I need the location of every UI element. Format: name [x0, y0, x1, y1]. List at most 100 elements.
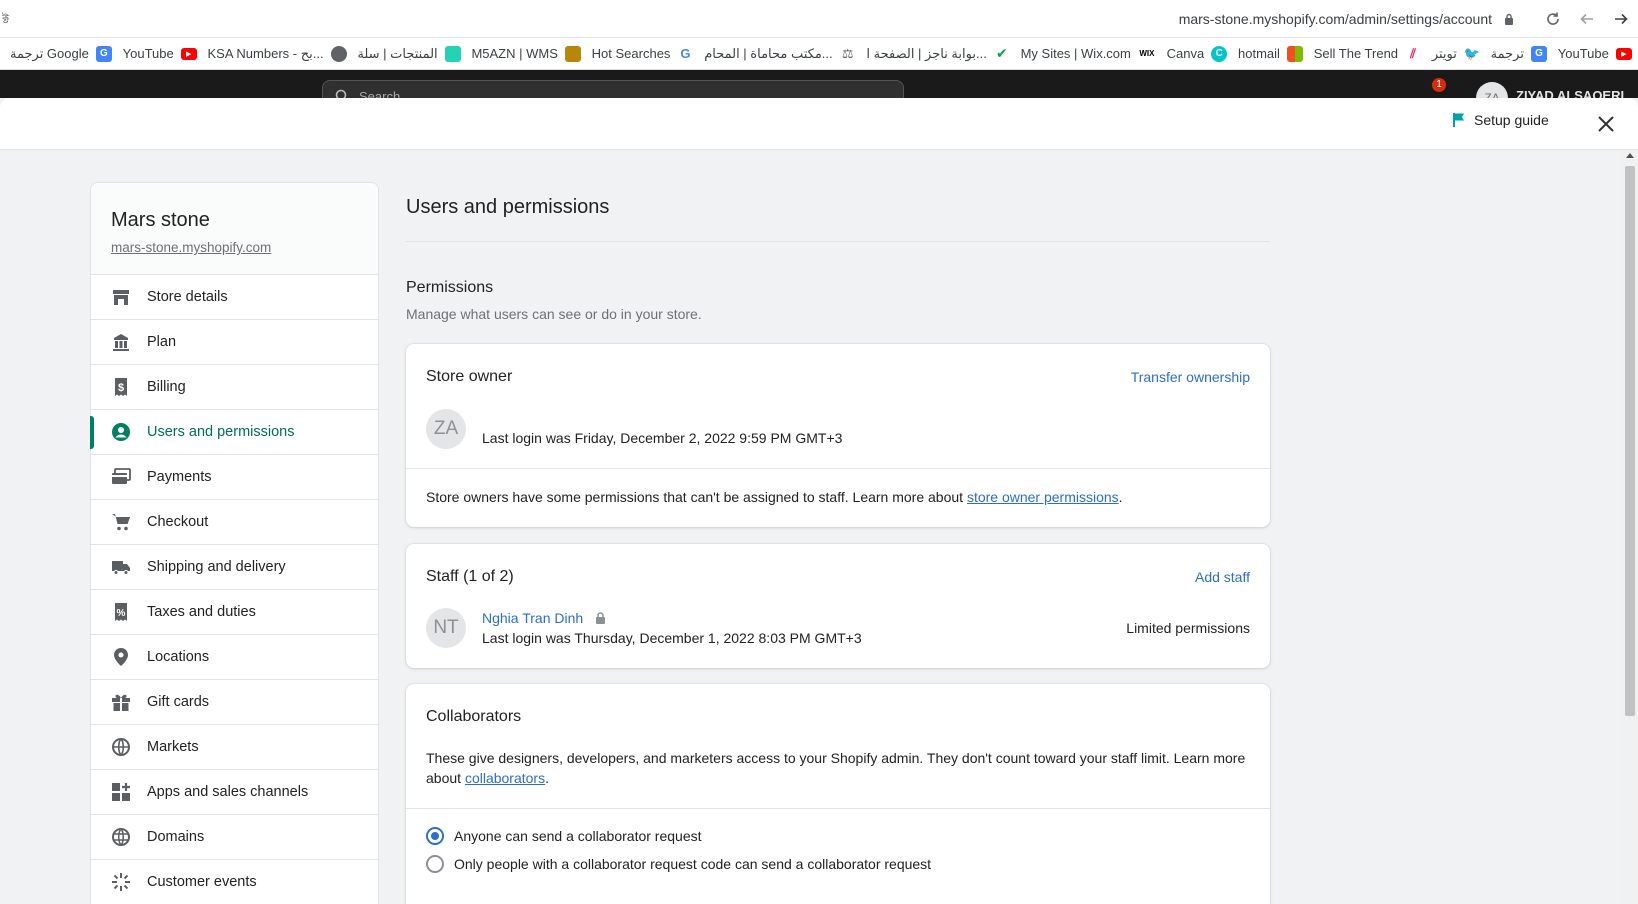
owner-last-login: Last login was Friday, December 2, 2022 … — [482, 430, 843, 446]
google-translate-icon: G — [1530, 45, 1547, 62]
url-text[interactable]: mars-stone.myshopify.com/admin/settings/… — [1179, 11, 1492, 27]
scale-icon: ⚖ — [839, 45, 856, 62]
sidebar-item-apps-and-sales-channels[interactable]: Apps and sales channels — [91, 770, 378, 815]
sidebar-item-markets[interactable]: Markets — [91, 725, 378, 770]
modal-header: Setup guide — [0, 98, 1638, 150]
truck-icon — [111, 557, 131, 577]
search-placeholder: Search — [359, 89, 401, 98]
bookmark[interactable]: بوابة ناجز | الصفحة ا... ✔ — [866, 45, 1010, 62]
user-avatar[interactable]: ZA — [1476, 82, 1508, 98]
svg-text:$: $ — [118, 382, 124, 394]
transfer-ownership-link[interactable]: Transfer ownership — [1131, 369, 1250, 385]
search-icon — [335, 89, 347, 98]
gift-icon — [111, 692, 131, 712]
browser-address-bar: ক্ট mars-stone.myshopify.com/admin/setti… — [0, 0, 1638, 38]
forward-arrow-icon[interactable] — [1604, 2, 1638, 36]
bookmark[interactable]: YouTube ▶ — [123, 46, 197, 61]
radio-unselected[interactable] — [426, 855, 444, 873]
search-input[interactable]: Search — [322, 80, 904, 98]
wix-icon: WIX — [1137, 45, 1156, 62]
youtube-icon: ▶ — [180, 47, 197, 60]
sidebar-item-gift-cards[interactable]: Gift cards — [91, 680, 378, 725]
collaborator-option-code-only[interactable]: Only people with a collaborator request … — [426, 855, 931, 873]
scroll-up-arrow-icon[interactable] — [1626, 153, 1634, 158]
notification-badge[interactable]: 1 — [1432, 78, 1446, 92]
reload-icon[interactable] — [1536, 2, 1570, 36]
twitter-icon: 🐦 — [1463, 45, 1480, 62]
sidebar-item-billing[interactable]: $ Billing — [91, 365, 378, 410]
page-title: Users and permissions — [406, 182, 1270, 242]
microsoft-icon — [1286, 45, 1303, 62]
sidebar-item-store-details[interactable]: Store details — [91, 275, 378, 320]
back-arrow-icon[interactable] — [1570, 2, 1604, 36]
settings-modal: Setup guide Mars stone mars-stone.myshop… — [0, 98, 1638, 904]
globe-icon — [330, 45, 347, 62]
bookmark[interactable]: hotmail — [1238, 45, 1303, 62]
sidebar-item-checkout[interactable]: Checkout — [91, 500, 378, 545]
radio-selected[interactable] — [426, 827, 444, 845]
collaborators-link[interactable]: collaborators — [465, 770, 545, 786]
lock-icon — [1504, 13, 1514, 25]
bookmark[interactable]: Canva C — [1167, 45, 1228, 62]
youtube-icon: ▶ — [1615, 47, 1632, 60]
sidebar-item-customer-events[interactable]: Customer events — [91, 860, 378, 904]
tax-icon: % — [111, 602, 131, 622]
setup-guide-button[interactable]: Setup guide — [1452, 112, 1549, 128]
bookmark[interactable]: مكتب محاماة | المحام... ⚖ — [704, 45, 856, 62]
bookmark[interactable]: تويتر 🐦 — [1432, 45, 1480, 62]
google-icon: G — [677, 45, 694, 62]
owner-avatar: ZA — [426, 409, 466, 449]
collaborators-description: These give designers, developers, and ma… — [426, 750, 1246, 786]
close-icon[interactable] — [1594, 112, 1618, 136]
bookmark[interactable]: Hot Searches G — [592, 45, 694, 62]
store-owner-title: Store owner — [426, 368, 513, 385]
store-domain-link[interactable]: mars-stone.myshopify.com — [111, 240, 271, 255]
lock-icon — [595, 612, 606, 624]
bookmark[interactable]: KSA Numbers - بح... — [208, 45, 347, 62]
sidebar-item-plan[interactable]: Plan — [91, 320, 378, 365]
trend-icon: ⫽ — [1405, 45, 1422, 62]
store-name: Mars stone — [111, 209, 210, 231]
payments-icon — [111, 467, 131, 487]
store-owner-card: Store owner Transfer ownership ZA Last l… — [406, 344, 1270, 527]
bookmark[interactable]: YouTube ▶ — [1558, 46, 1632, 61]
scroll-thumb[interactable] — [1625, 166, 1635, 716]
permissions-subtitle: Manage what users can see or do in your … — [406, 306, 702, 322]
sidebar-item-payments[interactable]: Payments — [91, 455, 378, 500]
card-divider — [406, 468, 1270, 469]
bookmark[interactable]: المنتجات | سلة — [357, 45, 461, 62]
bookmark[interactable]: M5AZN | WMS — [471, 45, 581, 62]
salla-icon — [444, 45, 461, 62]
sidebar-item-domains[interactable]: Domains — [91, 815, 378, 860]
staff-permissions: Limited permissions — [1126, 620, 1250, 636]
apps-icon — [111, 782, 131, 802]
bookmark[interactable]: ترجمة G — [1491, 45, 1547, 62]
warehouse-icon — [564, 45, 581, 62]
scrollbar[interactable] — [1622, 150, 1638, 904]
staff-name-link[interactable]: Nghia Tran Dinh — [482, 608, 583, 628]
sparkle-icon — [111, 872, 131, 892]
sidebar-item-locations[interactable]: Locations — [91, 635, 378, 680]
svg-text:%: % — [117, 608, 126, 619]
store-header: Mars stone mars-stone.myshopify.com — [91, 183, 378, 275]
main-content: Users and permissions Permissions Manage… — [406, 182, 1270, 322]
flag-icon — [1452, 112, 1466, 128]
sidebar-item-users-and-permissions[interactable]: Users and permissions — [90, 410, 378, 455]
bookmark[interactable]: Sell The Trend ⫽ — [1314, 45, 1422, 62]
add-staff-link[interactable]: Add staff — [1195, 569, 1250, 585]
store-owner-permissions-link[interactable]: store owner permissions — [967, 489, 1119, 505]
user-circle-icon — [111, 422, 131, 442]
sidebar-item-taxes-and-duties[interactable]: % Taxes and duties — [91, 590, 378, 635]
store-icon — [111, 287, 131, 307]
bookmark[interactable]: My Sites | Wix.com WIX — [1021, 45, 1156, 62]
staff-last-login: Last login was Thursday, December 1, 202… — [482, 630, 862, 646]
setup-guide-label: Setup guide — [1474, 112, 1549, 128]
bookmark[interactable]: ترجمة Google G — [10, 45, 112, 62]
user-name[interactable]: ZIYAD ALSAQERI — [1516, 88, 1624, 98]
collaborator-option-anyone[interactable]: Anyone can send a collaborator request — [426, 827, 702, 845]
sidebar-item-shipping-and-delivery[interactable]: Shipping and delivery — [91, 545, 378, 590]
permissions-title: Permissions — [406, 279, 494, 296]
staff-name-row: Nghia Tran Dinh — [482, 608, 606, 628]
location-icon — [111, 647, 131, 667]
staff-title: Staff (1 of 2) — [426, 568, 514, 585]
